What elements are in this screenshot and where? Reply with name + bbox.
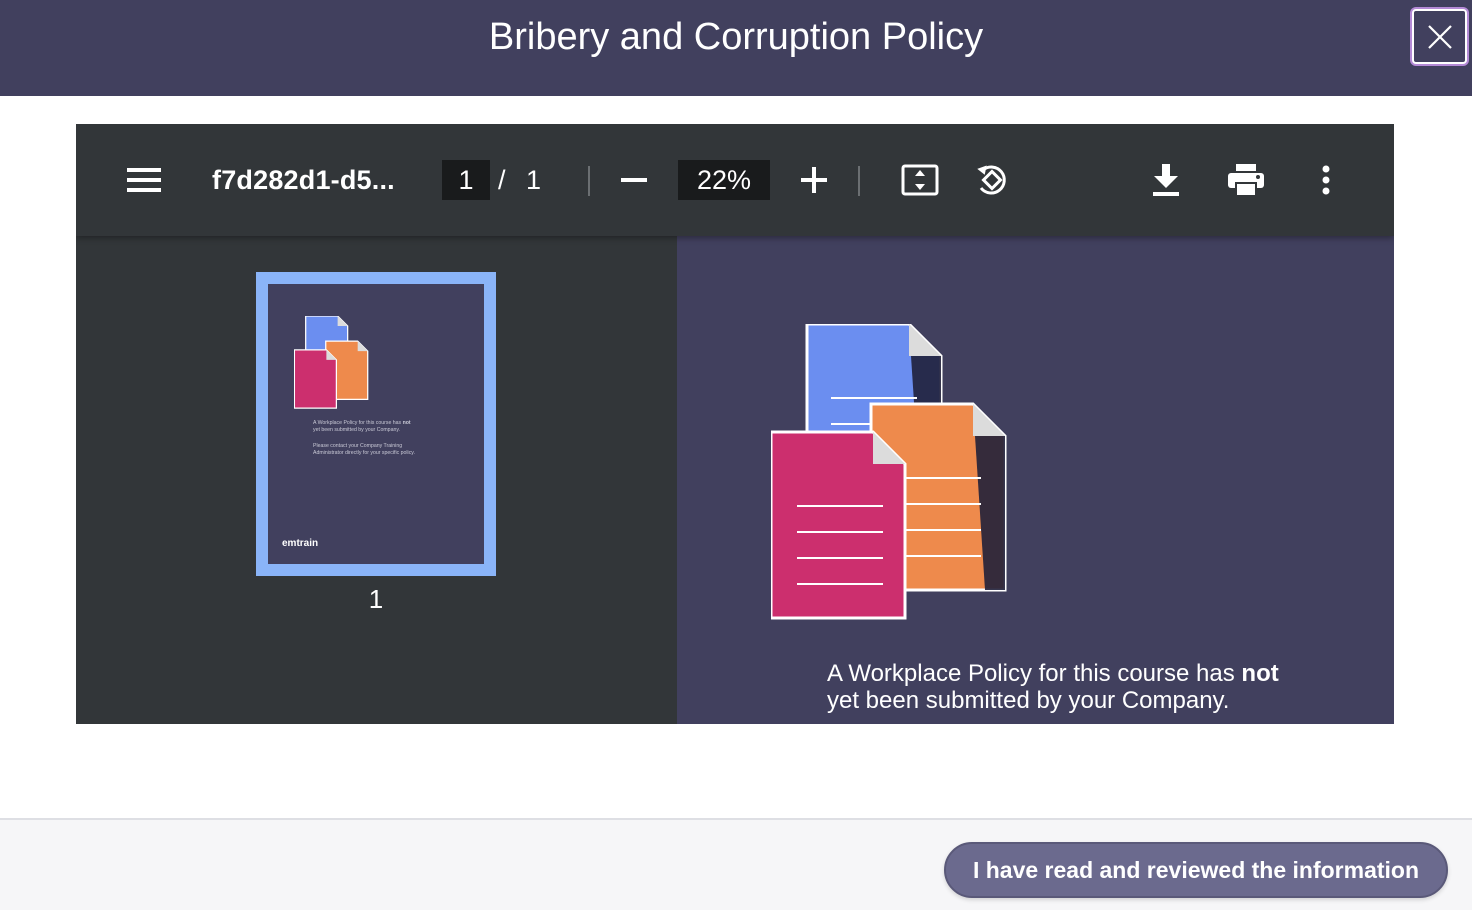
close-icon [1427, 24, 1452, 49]
policy-message: A Workplace Policy for this course has n… [827, 660, 1279, 714]
modal-footer: I have read and reviewed the information [0, 818, 1472, 910]
documents-illustration [771, 324, 1007, 620]
toolbar-divider [858, 166, 860, 196]
zoom-out-button[interactable] [616, 162, 652, 198]
file-name: f7d282d1-d5... [212, 165, 395, 195]
modal-title: Bribery and Corruption Policy [488, 16, 984, 58]
rotate-button[interactable] [970, 160, 1014, 200]
plus-icon [801, 167, 827, 193]
minus-icon [621, 178, 647, 182]
total-pages: 1 [526, 165, 542, 195]
pdf-toolbar: f7d282d1-d5... 1 / 1 22% [76, 124, 1394, 236]
more-options-button[interactable] [1306, 160, 1346, 200]
more-vertical-icon [1322, 165, 1330, 195]
thumbnail-page-number: 1 [368, 584, 384, 614]
close-button[interactable] [1412, 9, 1467, 64]
thumbnail-sidebar: A Workplace Policy for this course has n… [76, 236, 676, 724]
hamburger-menu-icon [127, 168, 161, 192]
thumbnail-text-line2: yet been submitted by your Company. [313, 427, 400, 433]
current-page-input[interactable]: 1 [442, 160, 490, 200]
zoom-level[interactable]: 22% [678, 160, 770, 200]
download-button[interactable] [1146, 160, 1186, 200]
acknowledge-button[interactable]: I have read and reviewed the information [944, 842, 1448, 898]
toolbar-divider [588, 166, 590, 196]
thumbnail-text-line1: A Workplace Policy for this course has n… [313, 420, 411, 426]
pdf-viewer: f7d282d1-d5... 1 / 1 22% A Workplace Pol… [76, 124, 1394, 724]
download-icon [1153, 164, 1179, 196]
print-icon [1228, 164, 1264, 196]
fit-to-page-button[interactable] [898, 160, 942, 200]
thumbnail-brand-logo: emtrain [282, 538, 319, 549]
rotate-icon [977, 165, 1006, 195]
zoom-in-button[interactable] [796, 162, 832, 198]
menu-button[interactable] [124, 162, 164, 198]
modal-header: Bribery and Corruption Policy [0, 0, 1472, 96]
pdf-page: A Workplace Policy for this course has n… [677, 236, 1394, 724]
print-button[interactable] [1226, 160, 1266, 200]
thumbnail-text-line3: Please contact your Company Training Adm… [313, 443, 415, 456]
page-thumbnail[interactable]: A Workplace Policy for this course has n… [256, 272, 496, 576]
documents-illustration [294, 316, 369, 409]
fit-to-page-icon [901, 164, 939, 196]
page-separator: / [498, 165, 506, 195]
